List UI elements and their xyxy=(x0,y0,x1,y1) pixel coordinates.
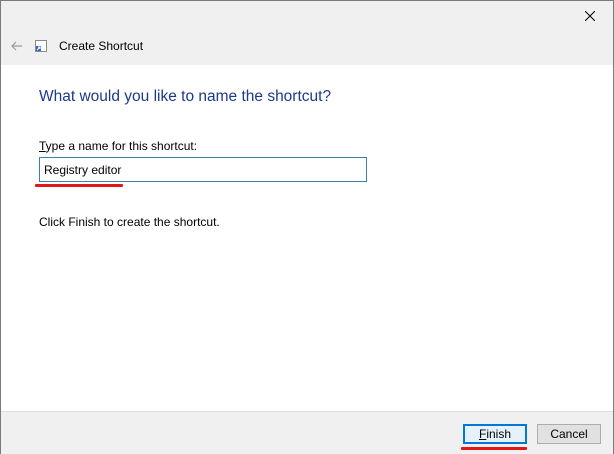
shortcut-icon xyxy=(35,40,47,52)
cancel-button[interactable]: Cancel xyxy=(537,424,601,444)
button-bar: Finish Cancel xyxy=(1,411,613,454)
back-button[interactable] xyxy=(8,37,26,55)
finish-button[interactable]: Finish xyxy=(463,424,527,444)
close-icon xyxy=(585,11,595,21)
name-field-label: Type a name for this shortcut: xyxy=(39,139,197,153)
annotation-underline-finish xyxy=(461,447,527,450)
wizard-title: Create Shortcut xyxy=(59,39,144,53)
access-key-t: T xyxy=(39,139,46,153)
wizard-content: What would you like to name the shortcut… xyxy=(1,65,613,411)
name-field-label-text: ype a name for this shortcut: xyxy=(45,139,198,153)
back-arrow-icon xyxy=(11,41,22,51)
finish-button-label: inish xyxy=(486,427,512,441)
title-bar: Create Shortcut xyxy=(1,1,613,65)
annotation-underline-input xyxy=(35,184,123,187)
shortcut-name-input[interactable] xyxy=(39,157,367,182)
page-heading: What would you like to name the shortcut… xyxy=(39,88,332,105)
access-key-f: F xyxy=(478,427,487,441)
close-button[interactable] xyxy=(567,1,613,31)
create-shortcut-window: Create Shortcut What would you like to n… xyxy=(0,0,614,454)
finish-hint: Click Finish to create the shortcut. xyxy=(39,215,220,229)
